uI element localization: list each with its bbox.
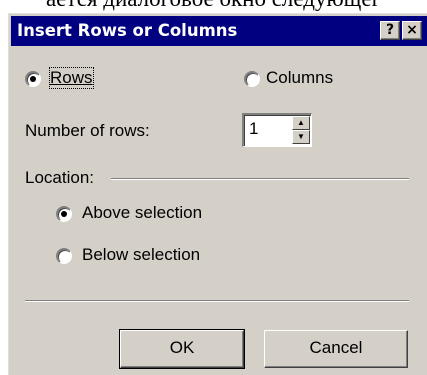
spin-up-button[interactable]: ▲ [292, 116, 310, 130]
background-caption-text: ается диалоговое окно следующег [0, 0, 427, 12]
above-selection-radio-dot [61, 211, 67, 217]
rows-radio-dot [30, 76, 36, 82]
columns-radio[interactable] [244, 71, 260, 87]
insert-rows-columns-dialog: Insert Rows or Columns ? × Rows Columns … [7, 12, 427, 375]
cancel-button[interactable]: Cancel [264, 330, 408, 368]
buttons-divider [25, 300, 409, 302]
arrow-down-icon: ▼ [297, 132, 305, 141]
screen: ается диалоговое окно следующег Insert R… [0, 0, 427, 375]
number-of-rows-label: Number of rows: [25, 121, 150, 140]
columns-radio-label[interactable]: Columns [266, 68, 333, 88]
rows-radio-label[interactable]: Rows [49, 67, 94, 89]
below-selection-radio[interactable] [56, 248, 72, 264]
number-of-rows-spinner[interactable]: 1 ▲ ▼ [242, 113, 312, 147]
help-icon: ? [385, 22, 395, 38]
close-button[interactable]: × [402, 21, 422, 40]
title-bar[interactable]: Insert Rows or Columns ? × [11, 16, 427, 46]
above-selection-label[interactable]: Above selection [82, 203, 202, 223]
close-icon: × [406, 22, 418, 38]
above-selection-radio[interactable] [56, 206, 72, 222]
rows-label-text: Rows [50, 68, 93, 87]
dialog-title: Insert Rows or Columns [17, 21, 238, 40]
location-group-label: Location: [25, 168, 94, 187]
spin-down-button[interactable]: ▼ [292, 130, 310, 144]
ok-button[interactable]: OK [119, 329, 245, 369]
below-selection-label[interactable]: Below selection [82, 245, 200, 265]
number-of-rows-value[interactable]: 1 [249, 119, 258, 139]
rows-radio[interactable] [25, 71, 41, 87]
help-button[interactable]: ? [380, 21, 400, 40]
location-divider [111, 178, 409, 180]
arrow-up-icon: ▲ [297, 118, 305, 127]
